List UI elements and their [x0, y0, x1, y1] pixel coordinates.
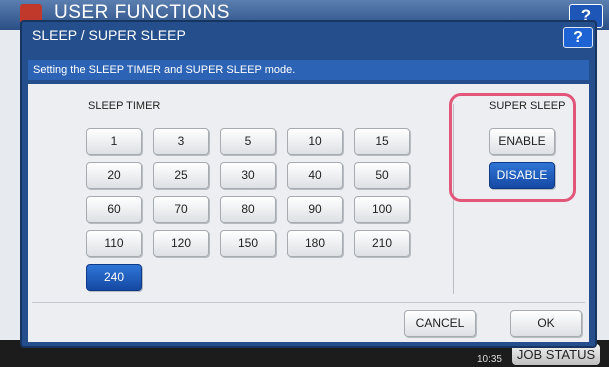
- sleep-timer-option[interactable]: 20: [86, 162, 142, 189]
- sleep-timer-option[interactable]: 50: [354, 162, 410, 189]
- sleep-timer-option[interactable]: 100: [354, 196, 410, 223]
- sleep-timer-option[interactable]: 240: [86, 264, 142, 291]
- sleep-timer-option[interactable]: 150: [220, 230, 276, 257]
- clock-time: 10:35: [476, 354, 502, 365]
- sleep-timer-option[interactable]: 30: [220, 162, 276, 189]
- sleep-timer-option[interactable]: 25: [153, 162, 209, 189]
- cancel-button[interactable]: CANCEL: [404, 310, 476, 337]
- sleep-timer-option[interactable]: 180: [287, 230, 343, 257]
- sleep-timer-option[interactable]: 15: [354, 128, 410, 155]
- super-sleep-highlight: [449, 93, 576, 202]
- dialog-title: SLEEP / SUPER SLEEP: [32, 27, 186, 43]
- sleep-timer-option[interactable]: 80: [220, 196, 276, 223]
- sleep-timer-option[interactable]: 210: [354, 230, 410, 257]
- footer-divider: [32, 302, 585, 303]
- sleep-timer-option[interactable]: 60: [86, 196, 142, 223]
- instruction-text: Setting the SLEEP TIMER and SUPER SLEEP …: [28, 60, 589, 80]
- sleep-timer-option[interactable]: 3: [153, 128, 209, 155]
- dialog-help-button[interactable]: ?: [563, 27, 593, 48]
- ok-button[interactable]: OK: [510, 310, 582, 337]
- sleep-timer-option[interactable]: 1: [86, 128, 142, 155]
- sleep-timer-option[interactable]: 90: [287, 196, 343, 223]
- sleep-timer-option[interactable]: 120: [153, 230, 209, 257]
- sleep-timer-option[interactable]: 10: [287, 128, 343, 155]
- sleep-timer-option[interactable]: 110: [86, 230, 142, 257]
- sleep-timer-option[interactable]: 70: [153, 196, 209, 223]
- sleep-timer-label: SLEEP TIMER: [88, 100, 161, 112]
- sleep-timer-option[interactable]: 5: [220, 128, 276, 155]
- sleep-timer-option[interactable]: 40: [287, 162, 343, 189]
